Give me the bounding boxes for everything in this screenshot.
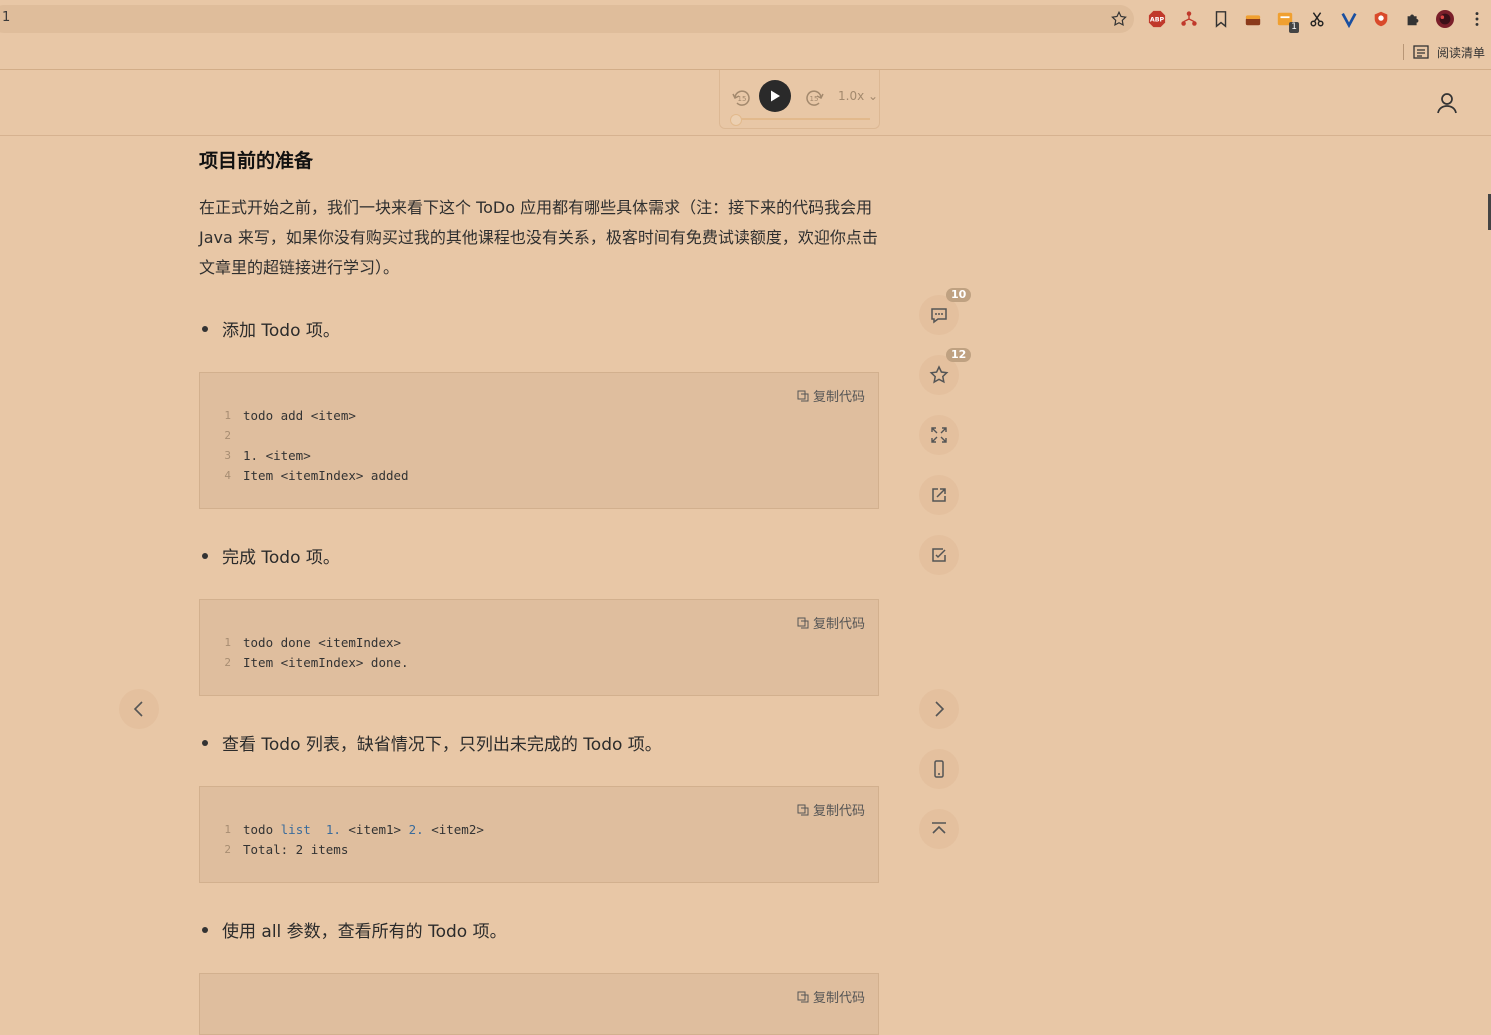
bookmark-extension-icon[interactable] [1211,9,1231,29]
comments-button[interactable]: 10 [919,288,972,335]
bookmark-divider [1403,44,1404,60]
code-line: 4 Item <itemIndex> added [224,468,409,483]
phone-icon [934,760,944,778]
edit-note-icon [932,548,946,562]
copy-code-button[interactable]: 复制代码 [797,613,865,632]
scissors-extension-icon[interactable] [1307,9,1327,29]
code-line: 2 [224,429,231,442]
playback-progress-track[interactable] [732,118,870,120]
favorite-button[interactable]: 12 [919,348,972,395]
star-icon [929,365,949,384]
abp-extension-icon[interactable]: ABP [1147,9,1167,29]
list-item-text: 添加 Todo 项。 [222,321,340,341]
abp-label: ABP [1150,17,1165,24]
bookmark-star-icon[interactable] [1110,10,1128,28]
chevron-right-icon [935,701,945,717]
copy-code-button[interactable]: 复制代码 [797,386,865,405]
play-icon [771,90,780,102]
copy-code-label: 复制代码 [812,617,865,632]
reading-list-button[interactable]: 阅读清单 [1413,43,1485,61]
bullet-dot [202,926,208,933]
comment-icon [931,308,947,324]
copy-code-label: 复制代码 [812,390,865,405]
user-icon[interactable] [1436,92,1458,114]
puzzle-extension-icon[interactable] [1403,9,1423,29]
forward-15-icon[interactable]: 15 [804,87,826,109]
section-heading: 项目前的准备 [199,150,314,172]
app-header: 15 15 1.0x ⌄ [0,70,1491,136]
arrow-top-icon [932,822,946,834]
address-text[interactable]: 1 [2,10,10,25]
rewind-label: 15 [738,95,747,103]
code-block: 复制代码 1 todo done <itemIndex> 2 Item <itemI… [199,599,879,696]
share-icon [932,488,946,502]
notes-badge: 1 [1289,22,1299,33]
fullscreen-button[interactable] [919,415,959,455]
code-block: 复制代码 1 todo list 1. <item1> 2. <item2> 2T… [199,786,879,883]
back-to-top-button[interactable] [919,809,959,849]
favorites-count-badge: 12 [946,348,972,362]
expand-icon [931,427,947,443]
notes-extension-icon[interactable]: 1 [1275,9,1299,33]
note-button[interactable] [919,535,959,575]
code-block: 复制代码 1 todo add <item> 2 3 1. <item> 4 Item… [199,372,879,509]
share-button[interactable] [919,475,959,515]
bullet-dot [202,739,208,746]
browser-toolbar: 1 ABP 1 [0,0,1491,38]
copy-icon [797,804,809,815]
reading-list-label: 阅读清单 [1437,45,1486,60]
code-line: 1 todo list 1. <item1> 2. <item2> [224,822,484,837]
copy-code-button[interactable]: 复制代码 [797,987,865,1006]
next-article-button[interactable] [919,689,959,729]
vee-extension-icon[interactable] [1339,9,1359,29]
code-line: 1 todo add <item> [224,408,356,423]
list-item: 完成 Todo 项。 [199,543,340,568]
list-item-text: 完成 Todo 项。 [222,548,340,568]
copy-code-button[interactable]: 复制代码 [797,800,865,819]
intro-paragraph: 在正式开始之前，我们一块来看下这个 ToDo 应用都有哪些具体需求（注：接下来的… [199,198,878,277]
mobile-view-button[interactable] [919,749,959,789]
copy-icon [797,617,809,628]
copy-icon [797,390,809,401]
cake-extension-icon[interactable] [1243,9,1263,29]
code-line: 3 1. <item> [224,448,311,463]
bookmark-bar: 阅读清单 [0,38,1491,70]
code-line: 2 Total: 2 items [224,842,349,857]
tree-extension-icon[interactable] [1179,9,1199,29]
forward-label: 15 [810,95,819,103]
code-line: 1 todo done <itemIndex> [224,635,402,650]
bullet-dot [202,325,208,332]
shield-extension-icon[interactable] [1371,9,1391,29]
code-block: 复制代码 [199,973,879,1035]
copy-icon [797,991,809,1002]
copy-code-label: 复制代码 [812,991,865,1006]
bullet-dot [202,552,208,559]
profile-avatar-icon[interactable] [1435,9,1455,29]
audio-player: 15 15 1.0x ⌄ [719,70,880,129]
code-lines: 1 todo done <itemIndex> 2 Item <itemIndex>… [200,633,409,673]
previous-article-button[interactable] [119,689,159,729]
list-item: 添加 Todo 项。 [199,316,340,341]
playback-speed-value: 1.0x [838,89,865,103]
reading-list-icon [1413,45,1429,59]
rewind-15-icon[interactable]: 15 [730,87,752,109]
address-bar[interactable]: 1 [0,5,1134,33]
code-lines: 1 todo add <item> 2 3 1. <item> 4 Item <ite… [200,406,409,486]
code-line: 2 Item <itemIndex> done. [224,655,409,670]
comments-count-badge: 10 [946,288,972,302]
list-item: 使用 all 参数，查看所有的 Todo 项。 [199,917,507,942]
list-item-text: 查看 Todo 列表，缺省情况下，只列出未完成的 Todo 项。 [222,735,662,755]
list-item-text: 使用 all 参数，查看所有的 Todo 项。 [222,922,507,942]
playback-speed-select[interactable]: 1.0x ⌄ [838,89,878,103]
play-button[interactable] [759,80,791,112]
browser-menu-icon[interactable] [1467,9,1487,29]
list-item: 查看 Todo 列表，缺省情况下，只列出未完成的 Todo 项。 [199,730,662,755]
chevron-left-icon [133,701,143,717]
copy-code-label: 复制代码 [812,804,865,819]
playback-progress-knob[interactable] [730,114,742,126]
code-lines: 1 todo list 1. <item1> 2. <item2> 2 Total:… [200,820,484,860]
